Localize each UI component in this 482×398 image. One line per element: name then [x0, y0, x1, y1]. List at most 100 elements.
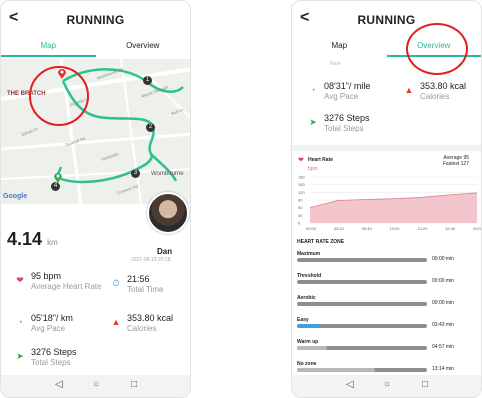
nav-home-icon[interactable]: ○ — [384, 379, 390, 390]
metric-label: Avg Pace — [324, 92, 359, 101]
metric-avg-pace: ◔ 08'31"/ mile Avg Pace — [308, 81, 398, 111]
zone-bar-fill — [297, 346, 327, 350]
metric-calories: ▲ 353.80 kcal Calories — [111, 313, 190, 343]
system-navbar: ◁ ○ □ — [292, 375, 481, 397]
chart-y-tick: 150 — [298, 182, 305, 187]
zone-time: 13:14 min — [432, 366, 454, 372]
app-header: < RUNNING — [1, 1, 190, 37]
metric-steps: ➤ 3276 Steps Total Steps — [15, 347, 115, 377]
activity-timestamp: 2021-08-19 20:18 — [131, 257, 171, 263]
zone-bar — [297, 346, 427, 350]
zone-bar — [297, 302, 427, 306]
zone-bar — [297, 368, 427, 372]
metric-value: 3276 Steps — [31, 347, 77, 357]
nav-recent-icon[interactable]: □ — [422, 379, 428, 390]
pace-gauge-icon: ◔ — [17, 317, 23, 327]
metric-label: Avg Pace — [31, 324, 66, 333]
chart-y-tick: 0 — [298, 221, 301, 226]
metric-steps: ➤ 3276 Steps Total Steps — [308, 113, 398, 143]
page-title: RUNNING — [66, 13, 125, 27]
chart-y-tick: 60 — [298, 205, 303, 210]
km-marker[interactable]: 1 — [143, 76, 152, 85]
page-title: RUNNING — [357, 13, 416, 27]
distance-number: 4.14 — [7, 229, 43, 249]
metric-value: 05'18"/ km — [31, 313, 73, 323]
metric-heart-rate: ❤ 95 bpm Average Heart Rate — [15, 271, 115, 301]
zone-bar-fill — [297, 324, 320, 328]
zone-name: Threshold — [297, 273, 322, 279]
active-tab-indicator — [1, 55, 96, 57]
right-phone-screen: < RUNNING Map Overview Rate ◔ 08'31"/ mi… — [291, 0, 482, 398]
zone-section-title: HEART RATE ZONE — [297, 239, 345, 245]
left-phone-screen: < RUNNING Map Overview Wombourne Rd Gigg… — [0, 0, 191, 398]
chart-y-tick: 180 — [298, 175, 305, 180]
nav-home-icon[interactable]: ○ — [93, 379, 99, 390]
chart-x-tick: 16:40 — [445, 226, 456, 231]
metric-value: 21:56 — [127, 274, 150, 284]
zone-time: 00:00 min — [432, 278, 454, 284]
highlight-circle — [29, 66, 89, 126]
km-marker[interactable]: 3 — [131, 169, 140, 178]
nav-recent-icon[interactable]: □ — [131, 379, 137, 390]
chart-y-tick: 30 — [298, 213, 303, 218]
nav-back-icon[interactable]: ◁ — [55, 379, 63, 390]
avatar — [147, 192, 189, 234]
metric-avg-pace: ◔ 05'18"/ km Avg Pace — [15, 313, 115, 343]
chart-x-tick: 00:00 — [306, 226, 317, 231]
distance-unit: km — [47, 238, 58, 247]
zone-time: 00:00 min — [432, 256, 454, 262]
zone-bar — [297, 258, 427, 262]
heart-rate-icon: ❤ — [298, 157, 304, 164]
chart-y-tick: 120 — [298, 190, 305, 195]
chart-x-tick: 20:00 — [473, 226, 481, 231]
metric-value: 353.80 kcal — [420, 81, 467, 91]
metric-label: Total Steps — [31, 358, 71, 367]
zone-name: No zone — [297, 361, 317, 367]
metric-label: Total Steps — [324, 124, 364, 133]
heart-rate-summary: Average 95 Fastest 127 — [443, 155, 469, 167]
metric-label: Average Heart Rate — [31, 282, 102, 291]
nav-back-icon[interactable]: ◁ — [346, 379, 354, 390]
metric-value: 95 bpm — [31, 271, 62, 281]
tab-bar: Map Overview — [1, 37, 190, 57]
heart-rate-title: Heart Rate — [308, 157, 334, 163]
google-logo: Google — [3, 193, 28, 200]
zone-time: 04:57 min — [432, 344, 454, 350]
metric-value: 353.80 kcal — [127, 313, 174, 323]
chart-x-tick: 03:20 — [334, 226, 345, 231]
distance-value: 4.14 km — [7, 229, 58, 250]
zone-row: Threshold 00:00 min — [297, 273, 480, 287]
user-name: Dan — [157, 247, 173, 256]
metric-calories: ▲ 353.80 kcal Calories — [404, 81, 481, 111]
chart-x-tick: 10:00 — [390, 226, 401, 231]
chart-x-tick: 13:20 — [417, 226, 428, 231]
zone-name: Maximum — [297, 251, 321, 257]
tab-map[interactable]: Map — [1, 41, 96, 50]
zone-row: Maximum 00:00 min — [297, 251, 480, 265]
zone-bar-fill — [297, 368, 375, 372]
zone-row: No zone 13:14 min — [297, 361, 480, 375]
metric-value: 08'31"/ mile — [324, 81, 371, 91]
steps-icon: ➤ — [309, 117, 317, 127]
tab-overview[interactable]: Overview — [96, 41, 191, 50]
km-marker[interactable]: 4 — [51, 182, 60, 191]
heart-rate-chart-svg: 180 150 120 90 60 30 0 00:00 03:20 06:40 10:00 13:2… — [298, 175, 481, 232]
metric-value: 3276 Steps — [324, 113, 370, 123]
metric-label: Total Time — [127, 285, 164, 294]
km-marker[interactable]: 2 — [146, 123, 155, 132]
stopwatch-icon: ⏱ — [112, 278, 120, 288]
zone-row: Easy 03:43 min — [297, 317, 480, 331]
zone-name: Aerobic — [297, 295, 316, 301]
chart-y-tick: 90 — [298, 198, 303, 203]
zone-time: 03:43 min — [432, 322, 454, 328]
heart-rate-unit: bpm — [308, 166, 318, 172]
tab-map[interactable]: Map — [292, 41, 387, 50]
chart-x-tick: 06:40 — [362, 226, 373, 231]
metric-label: Calories — [127, 324, 157, 333]
road-label: Wombourne — [151, 171, 184, 177]
section-divider — [292, 145, 481, 151]
route-map[interactable]: Wombourne Rd Giggetty Ln Dunstall Rd Mou… — [1, 59, 190, 204]
zone-row: Warm up 04:57 min — [297, 339, 480, 353]
zone-time: 00:00 min — [432, 300, 454, 306]
zone-name: Easy — [297, 317, 309, 323]
